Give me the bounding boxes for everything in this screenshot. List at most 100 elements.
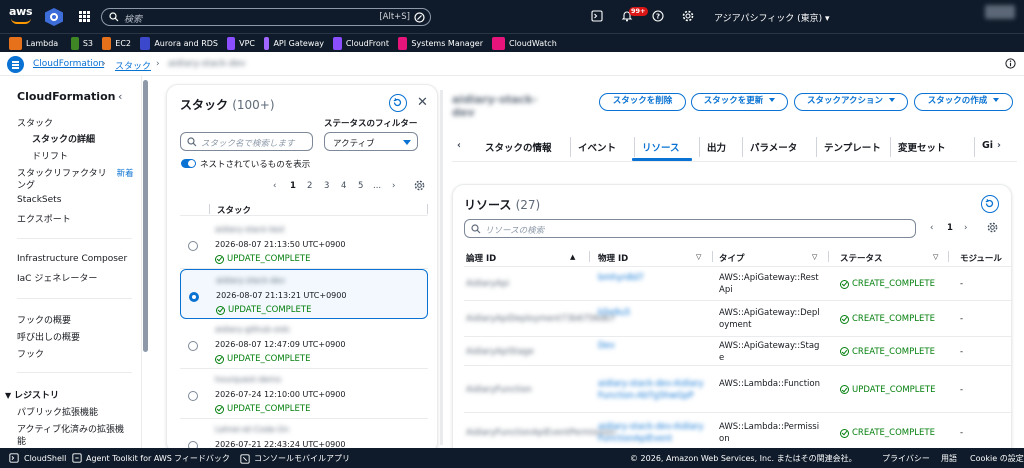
resource-physical-id[interactable]: b5e9u5 xyxy=(598,307,708,319)
footer-privacy[interactable]: プライバシー xyxy=(882,453,930,464)
favorite-aurora-and-rds[interactable]: Aurora and RDS xyxy=(140,36,218,50)
stack-radio[interactable] xyxy=(188,341,198,351)
sort-icon[interactable]: ▽ xyxy=(933,253,938,261)
footer-agent-toolkit[interactable]: Agent Toolkit for AWS xyxy=(72,453,172,463)
tabs-scroll-right-icon[interactable]: › xyxy=(997,140,1001,151)
sort-icon[interactable]: ▽ xyxy=(812,253,817,261)
registry-item[interactable]: 能 xyxy=(17,434,26,447)
cloudshell-icon[interactable] xyxy=(591,10,603,22)
stack-row[interactable]: aidiary-github-oidc 2026-08-07 12:47:09 U… xyxy=(180,319,428,369)
panel-scrollbar[interactable] xyxy=(440,90,443,445)
page-2[interactable]: 2 xyxy=(307,181,312,191)
stack-name-cell[interactable]: hourquest-demo xyxy=(215,375,295,384)
stack-radio[interactable] xyxy=(188,241,198,251)
tab-6[interactable]: 変更セット xyxy=(898,140,946,154)
tab-3[interactable]: 出力 xyxy=(707,140,726,154)
favorite-s3[interactable]: S3 xyxy=(71,36,93,50)
favorite-vpc[interactable]: VPC xyxy=(227,36,255,50)
aws-logo[interactable]: aws xyxy=(9,6,33,28)
refresh-resources-button[interactable] xyxy=(981,195,999,213)
favorite-cloudfront[interactable]: CloudFront xyxy=(333,36,389,50)
sidenav-item-4[interactable]: ング xyxy=(17,178,35,191)
tab-5[interactable]: テンプレート xyxy=(824,140,881,154)
col-physical-id[interactable]: 物理 ID xyxy=(598,252,628,264)
stack-name-cell[interactable]: aidiary-stack-dev xyxy=(216,276,296,285)
pagination-prev-icon[interactable]: ‹ xyxy=(930,223,933,233)
preferences-gear-icon[interactable] xyxy=(414,180,425,191)
sidenav-item-10[interactable]: 呼び出しの概要 xyxy=(17,330,80,343)
pagination-prev-icon[interactable]: ‹ xyxy=(273,181,276,191)
col-type[interactable]: タイプ xyxy=(719,252,745,264)
favorite-cloudwatch[interactable]: CloudWatch xyxy=(492,36,562,50)
pagination-next-icon[interactable]: › xyxy=(392,181,395,191)
sidenav-item-8[interactable]: IaC ジェネレーター xyxy=(17,271,97,284)
breadcrumb-cloudformation[interactable]: CloudFormation xyxy=(33,59,104,69)
page-1[interactable]: 1 xyxy=(290,181,296,191)
footer-cookie-settings[interactable]: Cookie の設定 xyxy=(970,453,1024,464)
close-panel-icon[interactable]: ✕ xyxy=(417,95,428,110)
resource-physical-id[interactable]: Dev xyxy=(598,340,708,352)
sidenav-item-9[interactable]: フックの概要 xyxy=(17,313,71,326)
region-selector[interactable]: アジアパシフィック (東京) ▾ xyxy=(714,11,830,24)
sidenav-item-5[interactable]: StackSets xyxy=(17,195,61,205)
registry-item[interactable]: パブリック拡張機能 xyxy=(17,405,98,418)
sidenav-item-11[interactable]: フック xyxy=(17,347,44,360)
stack-row[interactable]: aidiary-stack-test 2026-08-07 21:13:50 UT… xyxy=(180,219,428,269)
sidenav-item-1[interactable]: スタックの詳細 xyxy=(32,132,95,145)
settings-gear-icon[interactable] xyxy=(682,10,694,22)
footer-cloudshell[interactable]: CloudShell xyxy=(9,453,66,463)
clear-search-icon[interactable] xyxy=(414,12,425,23)
status-filter-select[interactable]: アクティブ xyxy=(324,132,418,151)
info-icon[interactable] xyxy=(1005,58,1016,69)
menu-toggle-button[interactable] xyxy=(7,56,24,73)
favorite-systems-manager[interactable]: Systems Manager xyxy=(398,36,483,50)
account-menu[interactable] xyxy=(985,5,1015,19)
nested-stacks-toggle[interactable] xyxy=(181,159,196,168)
stack-radio[interactable] xyxy=(188,391,198,401)
col-module[interactable]: モジュール xyxy=(960,252,1002,264)
sidenav-title[interactable]: CloudFormation xyxy=(17,90,115,103)
stack-name-cell[interactable]: aidiary-stack-test xyxy=(215,225,295,234)
update-stack-button[interactable]: スタックを更新 xyxy=(691,93,788,111)
stack-actions-button[interactable]: スタックアクション xyxy=(794,93,908,111)
footer-mobile-app[interactable]: コンソールモバイルアプリ xyxy=(240,453,350,464)
preferences-gear-icon[interactable] xyxy=(987,222,998,233)
create-stack-button[interactable]: スタックの作成 xyxy=(914,93,1013,111)
footer-terms[interactable]: 用語 xyxy=(941,453,957,464)
col-logical-id[interactable]: 論理 ID xyxy=(466,252,496,264)
tab-7[interactable]: Gi xyxy=(982,140,993,151)
favorite-lambda[interactable]: Lambda xyxy=(9,36,62,50)
col-status[interactable]: ステータス xyxy=(840,252,883,264)
resource-physical-id[interactable]: aidiary-stack-dev-AidiaryFunctionApiEven… xyxy=(598,421,708,445)
stack-row[interactable]: hourquest-demo 2026-07-24 12:10:00 UTC+09… xyxy=(180,369,428,419)
sidenav-item-6[interactable]: エクスポート xyxy=(17,212,71,225)
services-menu-icon[interactable] xyxy=(79,11,90,22)
stack-row[interactable]: aidiary-stack-dev 2026-08-07 21:13:21 UTC… xyxy=(180,269,428,319)
breadcrumb-stacks[interactable]: スタック xyxy=(115,59,151,72)
page-5[interactable]: 5 xyxy=(358,181,363,191)
stack-name-cell[interactable]: Lehrer-et-Code-On xyxy=(215,425,295,434)
sidenav-item-0[interactable]: スタック xyxy=(17,116,53,129)
stack-search-input[interactable]: スタック名で検索します xyxy=(180,132,313,151)
amazon-q-icon[interactable] xyxy=(45,8,63,26)
stack-name-cell[interactable]: aidiary-github-oidc xyxy=(215,325,295,334)
resources-page-current[interactable]: 1 xyxy=(947,223,953,233)
collapse-nav-icon[interactable]: ‹ xyxy=(118,90,122,103)
global-search-input[interactable]: 検索 [Alt+S] xyxy=(101,8,431,26)
help-icon[interactable]: ? xyxy=(652,10,664,22)
tab-4[interactable]: パラメータ xyxy=(750,140,797,154)
favorite-ec2[interactable]: EC2 xyxy=(102,36,131,50)
pagination-next-icon[interactable]: › xyxy=(964,223,967,233)
page-4[interactable]: 4 xyxy=(341,181,346,191)
sidenav-scrollbar[interactable] xyxy=(143,80,148,352)
stack-column-label[interactable]: スタック xyxy=(217,204,251,216)
resource-physical-id[interactable]: bmhyn8d7 xyxy=(598,272,708,284)
tab-1[interactable]: イベント xyxy=(578,140,616,154)
sort-ascending-icon[interactable]: ▲ xyxy=(570,253,575,261)
tab-0[interactable]: スタックの情報 xyxy=(485,140,552,154)
favorite-api-gateway[interactable]: API Gateway xyxy=(264,36,324,50)
page-3[interactable]: 3 xyxy=(324,181,329,191)
sidenav-item-2[interactable]: ドリフト xyxy=(32,149,68,162)
refresh-stacks-button[interactable] xyxy=(389,94,407,112)
resource-physical-id[interactable]: aidiary-stack-dev-AidiaryFunction-AbTg5h… xyxy=(598,378,708,402)
